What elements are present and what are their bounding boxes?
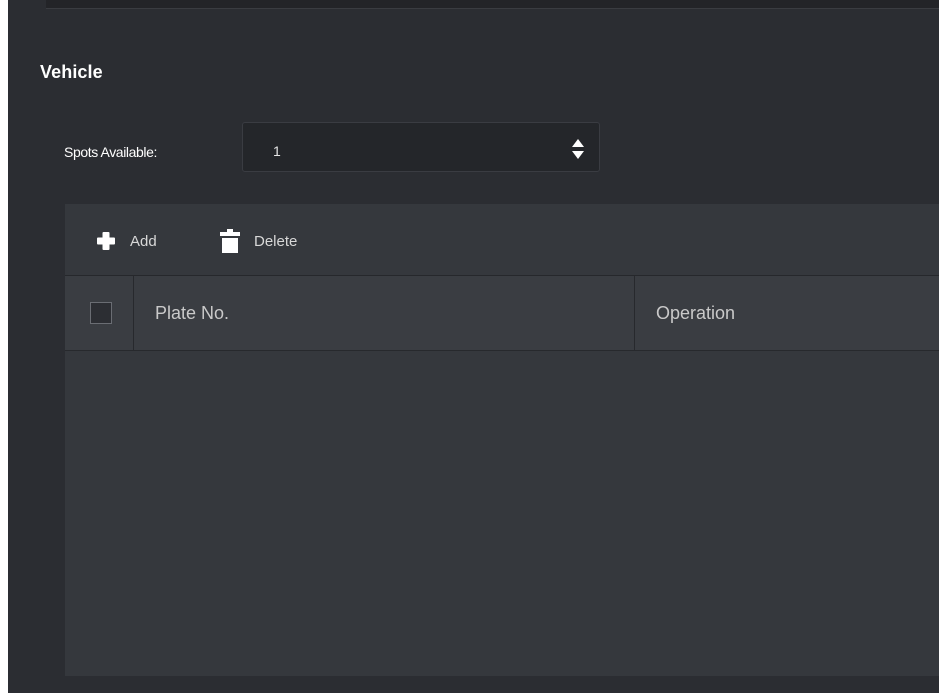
delete-button[interactable]: Delete <box>219 228 297 254</box>
add-label: Add <box>130 232 157 250</box>
vehicle-table: Add Delete Plate No. Operation <box>65 204 939 676</box>
operation-header-label: Operation <box>656 303 736 323</box>
table-toolbar: Add Delete <box>65 204 939 276</box>
trash-icon <box>219 229 241 253</box>
spin-updown-icon[interactable] <box>571 138 585 160</box>
operation-column-header[interactable]: Operation <box>635 276 939 350</box>
delete-label: Delete <box>254 232 298 250</box>
table-header: Plate No. Operation <box>65 276 939 351</box>
spots-available-label: Spots Available: <box>64 144 157 160</box>
section-title: Vehicle <box>40 62 103 82</box>
vehicle-panel: Vehicle Spots Available: 1 Add Delete Pl… <box>8 0 939 693</box>
plate-no-header-label: Plate No. <box>155 303 230 323</box>
plus-icon <box>95 229 117 253</box>
plate-no-column-header[interactable]: Plate No. <box>134 276 635 350</box>
table-body <box>65 351 939 676</box>
add-button[interactable]: Add <box>95 228 157 254</box>
spots-available-value[interactable]: 1 <box>273 143 281 159</box>
select-all-checkbox[interactable] <box>90 302 112 324</box>
spots-available-stepper[interactable]: 1 <box>242 122 600 172</box>
top-divider <box>46 0 939 9</box>
select-all-cell <box>65 276 134 350</box>
